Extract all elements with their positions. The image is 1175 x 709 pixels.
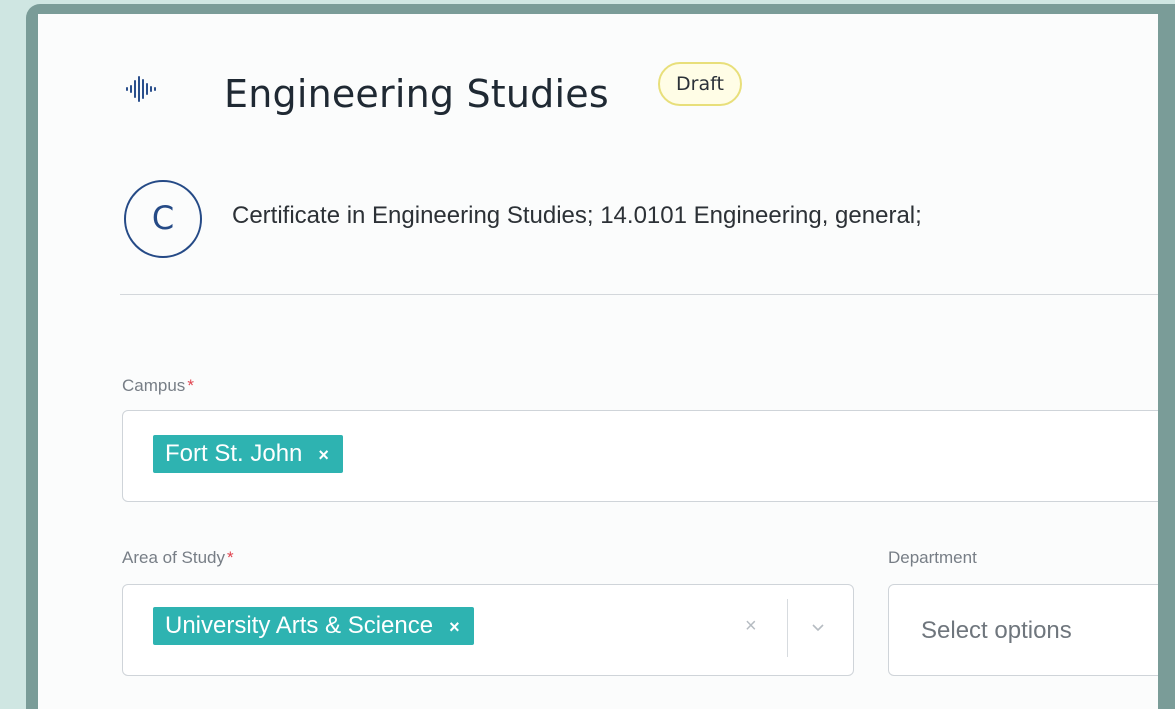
campus-label-text: Campus (122, 376, 186, 395)
area-of-study-multiselect[interactable]: University Arts & Science × × (122, 584, 854, 676)
area-of-study-label: Area of Study * (122, 548, 234, 568)
remove-chip-icon[interactable]: × (449, 617, 460, 637)
select-separator (787, 599, 788, 657)
clear-icon[interactable]: × (745, 615, 757, 638)
remove-chip-icon[interactable]: × (318, 445, 329, 465)
credential-description: Certificate in Engineering Studies; 14.0… (232, 202, 922, 229)
campus-label: Campus * (122, 376, 194, 396)
required-marker: * (187, 376, 194, 395)
section-divider (120, 294, 1158, 295)
campus-multiselect[interactable]: Fort St. John × (122, 410, 1158, 502)
chevron-down-icon[interactable] (811, 621, 825, 635)
soundwave-logo-icon (126, 76, 156, 102)
campus-chip: Fort St. John × (153, 435, 343, 473)
program-panel: Engineering Studies Draft C Certificate … (38, 14, 1158, 709)
page-title: Engineering Studies (224, 72, 609, 116)
status-badge: Draft (658, 62, 742, 106)
area-of-study-chip: University Arts & Science × (153, 607, 474, 645)
campus-chip-label: Fort St. John (165, 440, 303, 467)
department-select[interactable]: Select options (888, 584, 1158, 676)
department-placeholder: Select options (921, 617, 1072, 644)
required-marker: * (227, 548, 234, 567)
area-of-study-label-text: Area of Study (122, 548, 226, 567)
area-of-study-chip-label: University Arts & Science (165, 612, 434, 639)
department-label: Department (888, 548, 977, 567)
credential-type-avatar: C (124, 180, 202, 258)
